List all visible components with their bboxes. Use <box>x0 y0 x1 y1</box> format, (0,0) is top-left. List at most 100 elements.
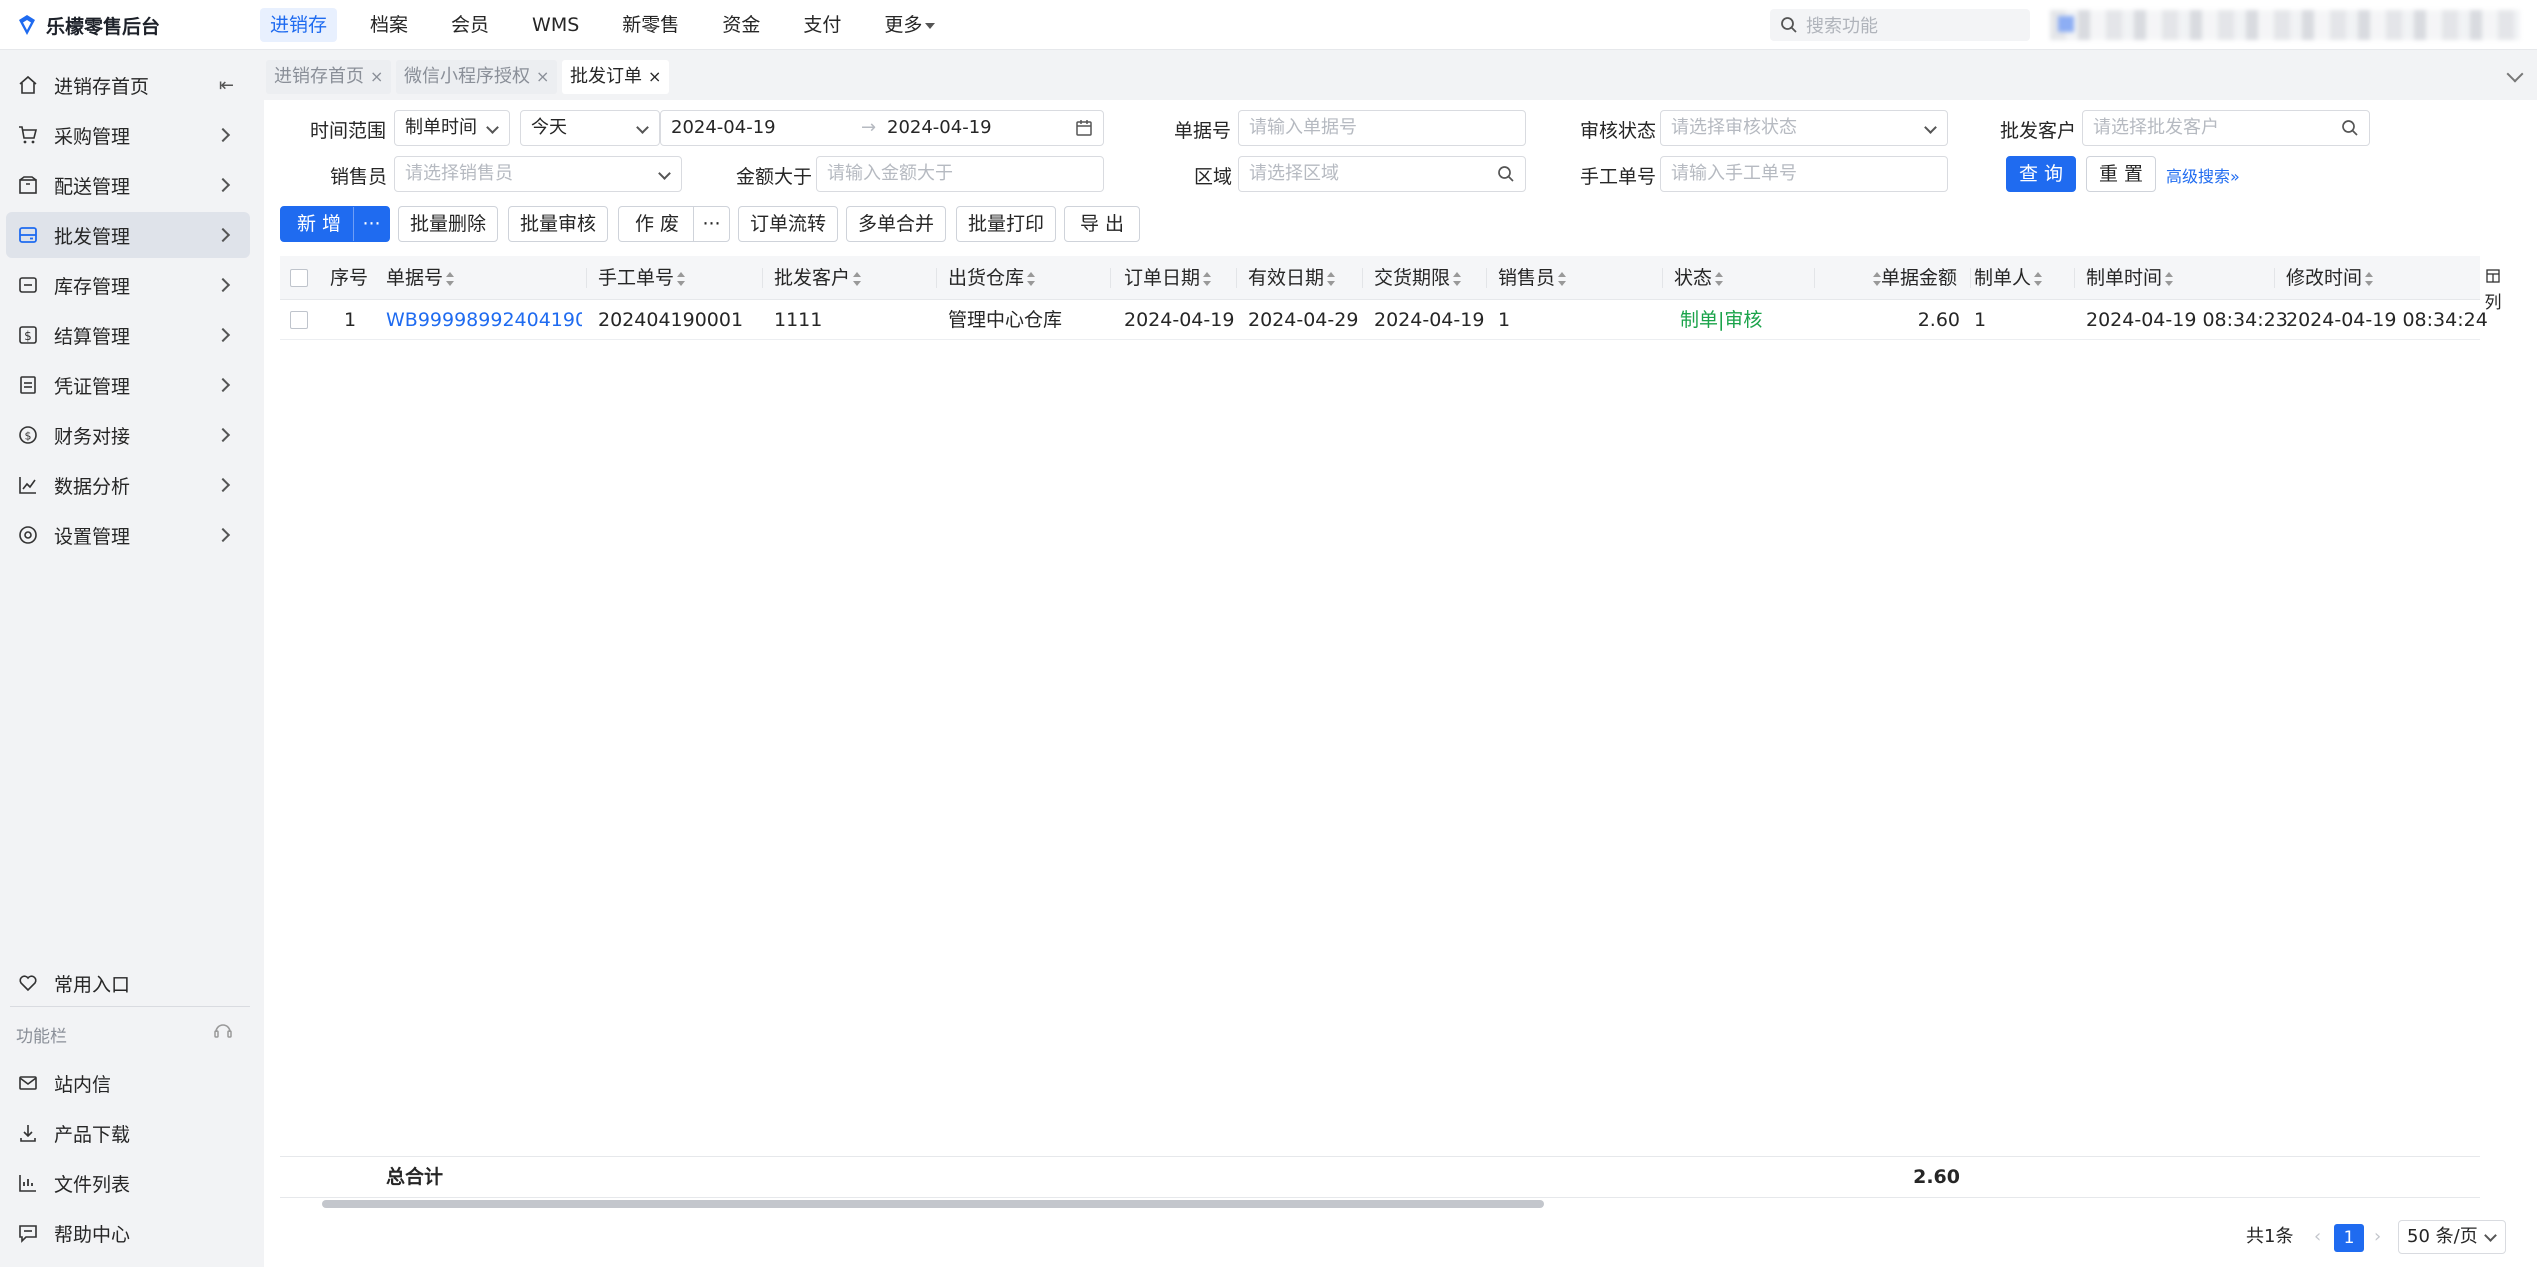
sidebar-item-analytics[interactable]: 数据分析 <box>6 462 250 508</box>
column-divider[interactable] <box>586 268 587 288</box>
col-header-status[interactable]: 状态 <box>1674 256 1724 300</box>
batch-print-button[interactable]: 批量打印 <box>956 206 1056 242</box>
date-start[interactable]: 2024-04-19 <box>671 117 776 138</box>
sidebar-item-settlement[interactable]: $ 结算管理 <box>6 312 250 358</box>
prev-page-icon[interactable]: ‹ <box>2314 1220 2321 1254</box>
date-range-picker[interactable]: 2024-04-19 → 2024-04-19 <box>660 110 1104 146</box>
col-header-manual-no[interactable]: 手工单号 <box>598 256 686 300</box>
manual-no-input[interactable]: 请输入手工单号 <box>1660 156 1948 192</box>
sort-icon[interactable] <box>1453 271 1462 286</box>
row-checkbox[interactable] <box>290 311 308 329</box>
merge-orders-button[interactable]: 多单合并 <box>846 206 946 242</box>
column-divider[interactable] <box>1814 268 1815 288</box>
column-divider[interactable] <box>762 268 763 288</box>
date-end[interactable]: 2024-04-19 <box>887 111 992 145</box>
time-preset-select[interactable]: 今天 <box>520 110 660 146</box>
sort-icon[interactable] <box>1327 271 1336 286</box>
nav-item-inventory[interactable]: 进销存 <box>260 8 338 42</box>
col-header-doc-no[interactable]: 单据号 <box>386 256 455 300</box>
search-icon[interactable] <box>2341 119 2359 137</box>
query-button[interactable]: 查 询 <box>2006 156 2076 192</box>
select-all-checkbox[interactable] <box>290 269 308 287</box>
cell-doc-no-link[interactable]: WB99998992404190... <box>386 300 582 340</box>
nav-item-archive[interactable]: 档案 <box>360 8 418 42</box>
col-header-customer[interactable]: 批发客户 <box>774 256 862 300</box>
nav-item-member[interactable]: 会员 <box>441 8 499 42</box>
search-icon[interactable] <box>1497 165 1515 183</box>
salesperson-select[interactable]: 请选择销售员 <box>394 156 682 192</box>
sort-icon[interactable] <box>677 271 686 286</box>
amount-input[interactable]: 请输入金额大于 <box>816 156 1104 192</box>
column-divider[interactable] <box>936 268 937 288</box>
export-button[interactable]: 导 出 <box>1064 206 1140 242</box>
column-divider[interactable] <box>1662 268 1663 288</box>
close-icon[interactable]: × <box>648 67 661 86</box>
page-number-current[interactable]: 1 <box>2334 1224 2364 1252</box>
table-row[interactable]: 1 WB99998992404190... 202404190001 1111 … <box>280 300 2488 340</box>
horizontal-scrollbar[interactable] <box>280 1198 2480 1210</box>
col-header-amount[interactable]: 单据金额 <box>1870 256 1957 300</box>
col-header-created-at[interactable]: 制单时间 <box>2086 256 2174 300</box>
user-info-blurred[interactable] <box>2050 10 2520 40</box>
batch-audit-button[interactable]: 批量审核 <box>508 206 608 242</box>
reset-button[interactable]: 重 置 <box>2086 156 2156 192</box>
sort-icon[interactable] <box>1027 271 1036 286</box>
headset-icon[interactable] <box>212 1020 234 1042</box>
sort-icon[interactable] <box>446 271 455 286</box>
nav-item-more[interactable]: 更多 <box>874 8 945 42</box>
column-divider[interactable] <box>2074 268 2075 288</box>
sidebar-item-wholesale[interactable]: 批发管理 <box>6 212 250 258</box>
sort-icon[interactable] <box>1715 271 1724 286</box>
close-icon[interactable]: × <box>536 67 549 86</box>
sidebar-item-inventory-home[interactable]: 进销存首页 ⇤ <box>6 62 250 108</box>
tab-wechat-auth[interactable]: 微信小程序授权 × <box>396 60 558 94</box>
time-type-select[interactable]: 制单时间 <box>394 110 510 146</box>
nav-item-funds[interactable]: 资金 <box>712 8 770 42</box>
sort-icon[interactable] <box>1873 271 1881 286</box>
app-logo[interactable]: 乐檬零售后台 <box>16 12 160 38</box>
col-header-valid-date[interactable]: 有效日期 <box>1248 256 1336 300</box>
scrollbar-thumb[interactable] <box>322 1200 1544 1208</box>
next-page-icon[interactable]: › <box>2374 1220 2381 1254</box>
sidebar-item-purchase[interactable]: 采购管理 <box>6 112 250 158</box>
col-header-salesperson[interactable]: 销售员 <box>1498 256 1567 300</box>
sidebar-item-voucher[interactable]: 凭证管理 <box>6 362 250 408</box>
advanced-search-link[interactable]: 高级搜索» <box>2166 163 2240 187</box>
void-button[interactable]: 作 废 ··· <box>618 206 730 242</box>
order-flow-button[interactable]: 订单流转 <box>738 206 838 242</box>
nav-item-wms[interactable]: WMS <box>522 8 589 42</box>
column-divider[interactable] <box>1970 268 1971 288</box>
sidebar-item-distribution[interactable]: 配送管理 <box>6 162 250 208</box>
sort-icon[interactable] <box>2365 271 2374 286</box>
sidebar-item-help[interactable]: 帮助中心 <box>6 1210 250 1256</box>
audit-status-select[interactable]: 请选择审核状态 <box>1660 110 1948 146</box>
col-header-delivery-deadline[interactable]: 交货期限 <box>1374 256 1462 300</box>
col-header-creator[interactable]: 制单人 <box>1974 256 2043 300</box>
nav-item-payment[interactable]: 支付 <box>793 8 851 42</box>
sidebar-item-favorites[interactable]: 常用入口 <box>6 960 250 1006</box>
column-divider[interactable] <box>2274 268 2275 288</box>
sort-icon[interactable] <box>2165 271 2174 286</box>
column-divider[interactable] <box>1236 268 1237 288</box>
sort-icon[interactable] <box>1558 271 1567 286</box>
sidebar-item-stock[interactable]: 库存管理 <box>6 262 250 308</box>
sidebar-item-finance[interactable]: $ 财务对接 <box>6 412 250 458</box>
tab-inventory-home[interactable]: 进销存首页 × <box>266 60 392 94</box>
sidebar-item-settings[interactable]: 设置管理 <box>6 512 250 558</box>
col-header-warehouse[interactable]: 出货仓库 <box>948 256 1036 300</box>
nav-item-new-retail[interactable]: 新零售 <box>612 8 689 42</box>
close-icon[interactable]: × <box>370 67 383 86</box>
sort-icon[interactable] <box>2034 271 2043 286</box>
collapse-sidebar-icon[interactable]: ⇤ <box>219 75 234 96</box>
sort-icon[interactable] <box>853 271 862 286</box>
batch-delete-button[interactable]: 批量删除 <box>398 206 498 242</box>
column-divider[interactable] <box>1362 268 1363 288</box>
sidebar-item-file-list[interactable]: 文件列表 <box>6 1160 250 1206</box>
function-search-input[interactable]: 搜索功能 <box>1770 9 2030 41</box>
column-divider[interactable] <box>1110 268 1111 288</box>
doc-no-input[interactable]: 请输入单据号 <box>1238 110 1526 146</box>
column-divider[interactable] <box>1486 268 1487 288</box>
add-button[interactable]: 新 增 ··· <box>280 206 390 242</box>
customer-select[interactable]: 请选择批发客户 <box>2082 110 2370 146</box>
col-header-modified-at[interactable]: 修改时间 <box>2286 256 2374 300</box>
